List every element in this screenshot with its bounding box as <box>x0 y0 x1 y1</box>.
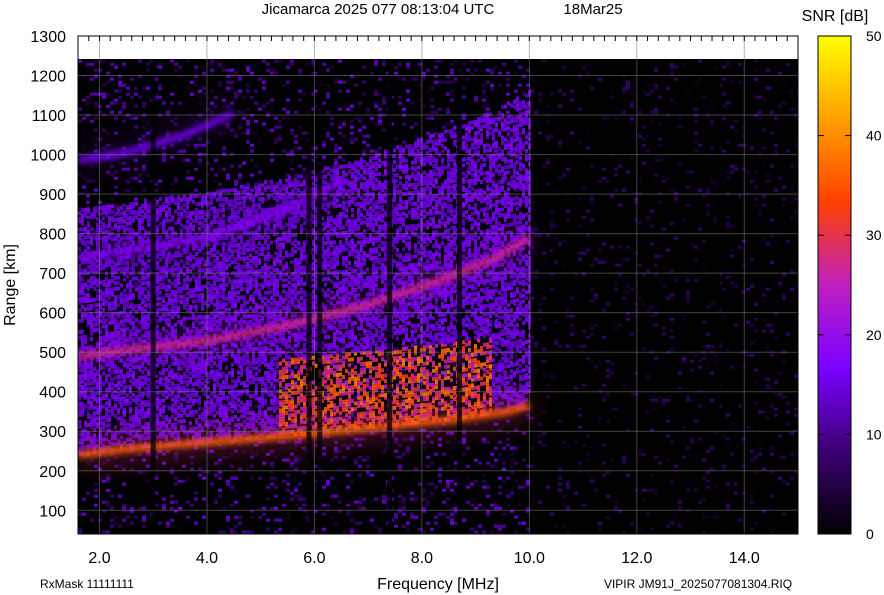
y-tick-label: 1200 <box>30 69 66 86</box>
rx-mask-label: RxMask 11111111 <box>40 577 134 591</box>
y-tick-label: 1300 <box>30 29 66 46</box>
chart-title: Jicamarca 2025 077 08:13:04 UTC <box>262 1 495 18</box>
y-tick-label: 400 <box>39 385 66 402</box>
colorbar-tick-label: 40 <box>866 128 882 144</box>
y-tick-label: 700 <box>39 266 66 283</box>
ionogram-figure: Jicamarca 2025 077 08:13:04 UTC 18Mar25 … <box>2 1 882 593</box>
colorbar <box>817 35 852 535</box>
colorbar-label: SNR [dB] <box>802 8 869 25</box>
colorbar-tick-label: 20 <box>866 327 882 343</box>
y-tick-label: 500 <box>39 345 66 362</box>
x-tick-label: 4.0 <box>196 550 218 567</box>
y-tick-label: 300 <box>39 424 66 441</box>
y-axis-label: Range [km] <box>2 244 19 326</box>
x-axis-label: Frequency [MHz] <box>377 576 499 593</box>
x-tick-labels: 2.0 4.0 6.0 8.0 10.0 12.0 14.0 <box>88 550 760 567</box>
x-tick-label: 6.0 <box>303 550 325 567</box>
y-tick-label: 1000 <box>30 148 66 165</box>
x-tick-label: 10.0 <box>514 550 545 567</box>
y-tick-label: 600 <box>39 306 66 323</box>
colorbar-tick-label: 30 <box>866 227 882 243</box>
file-label: VIPIR JM91J_2025077081304.RIQ <box>604 577 792 591</box>
x-tick-label: 12.0 <box>621 550 652 567</box>
date-label: 18Mar25 <box>563 1 622 18</box>
y-tick-label: 900 <box>39 187 66 204</box>
no-data-strip <box>78 36 798 59</box>
y-tick-labels: 100 200 300 400 500 600 700 800 900 1000 1100 1200 1… <box>30 29 66 520</box>
y-tick-label: 100 <box>39 503 66 520</box>
colorbar-tick-label: 10 <box>866 426 882 442</box>
x-tick-label: 2.0 <box>88 550 110 567</box>
x-tick-label: 8.0 <box>411 550 433 567</box>
y-tick-label: 1100 <box>32 108 67 125</box>
y-tick-label: 200 <box>39 464 66 481</box>
y-tick-label: 800 <box>39 227 66 244</box>
x-tick-label: 14.0 <box>729 550 760 567</box>
colorbar-tick-label: 50 <box>866 28 882 44</box>
colorbar-tick-label: 0 <box>866 526 874 542</box>
